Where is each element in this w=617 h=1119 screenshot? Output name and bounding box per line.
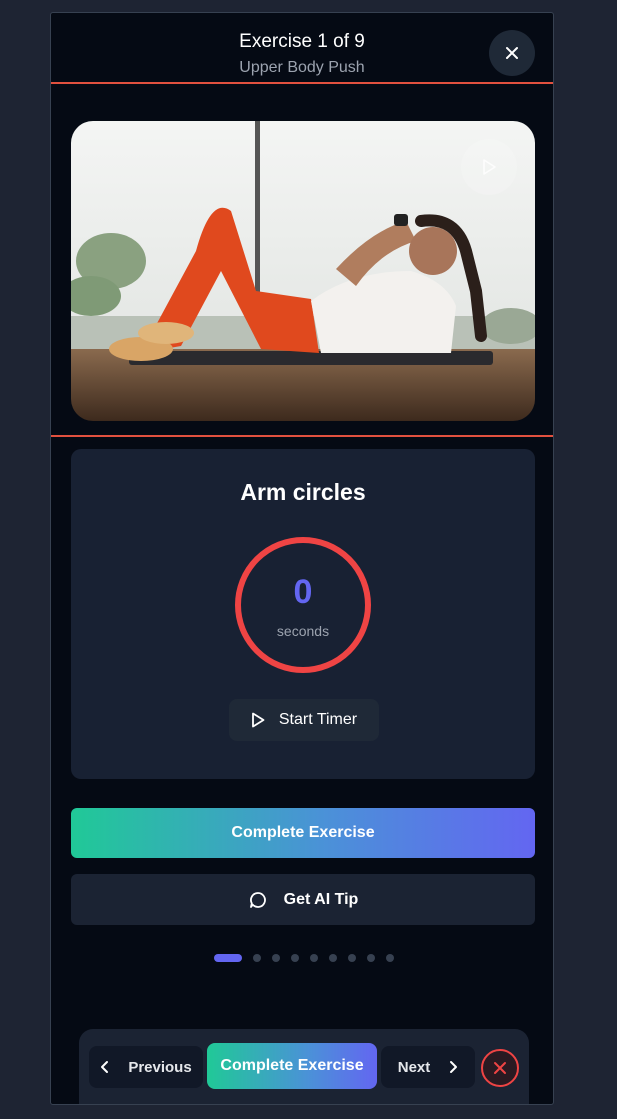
chevron-left-icon [101,1061,109,1073]
exercise-card: Arm circles 0 seconds Start Timer [71,449,535,779]
next-label: Next [397,1058,431,1076]
close-icon [506,47,518,59]
exercise-name: Arm circles [240,479,366,505]
start-timer-label: Start Timer [278,711,358,728]
progress-dot[interactable] [253,954,261,962]
play-icon [483,159,496,175]
progress-dot[interactable] [367,954,375,962]
timer-ring: 0 seconds [235,537,371,673]
progress-dot[interactable] [386,954,394,962]
timer-value: 0 [293,573,313,611]
bottom-complete-label: Complete Exercise [220,1057,364,1074]
chat-bubble-icon [249,891,266,908]
exercise-media[interactable] [71,121,535,421]
complete-exercise-label: Complete Exercise [231,824,375,841]
get-ai-tip-label: Get AI Tip [283,890,359,908]
progress-dot[interactable] [272,954,280,962]
workout-subtitle: Upper Body Push [239,59,365,76]
x-circle-icon [494,1062,506,1074]
get-ai-tip-button[interactable]: Get AI Tip [71,874,535,925]
close-button[interactable] [489,30,535,76]
previous-button[interactable]: Previous [89,1046,203,1088]
cancel-workout-button[interactable] [481,1049,519,1087]
bottom-navigation-bar: Previous Complete Exercise Next [79,1029,529,1104]
progress-dot[interactable] [214,954,242,962]
exercise-counter-title: Exercise 1 of 9 [239,31,365,52]
progress-dot[interactable] [329,954,337,962]
previous-label: Previous [128,1058,192,1076]
timer-unit: seconds [276,623,330,639]
complete-exercise-button[interactable]: Complete Exercise [71,808,535,858]
progress-dot[interactable] [310,954,318,962]
progress-dot[interactable] [348,954,356,962]
play-icon [251,712,265,728]
start-timer-button[interactable]: Start Timer [229,699,379,741]
exercise-progress-dots [51,953,553,963]
next-button[interactable]: Next [381,1046,475,1088]
exercise-modal: Exercise 1 of 9 Upper Body Push Arm circ… [50,12,554,1105]
modal-header: Exercise 1 of 9 Upper Body Push [51,13,553,83]
chevron-right-icon [450,1061,458,1073]
progress-dot[interactable] [291,954,299,962]
bottom-complete-exercise-button[interactable]: Complete Exercise [207,1043,377,1089]
video-play-button[interactable] [461,139,517,195]
